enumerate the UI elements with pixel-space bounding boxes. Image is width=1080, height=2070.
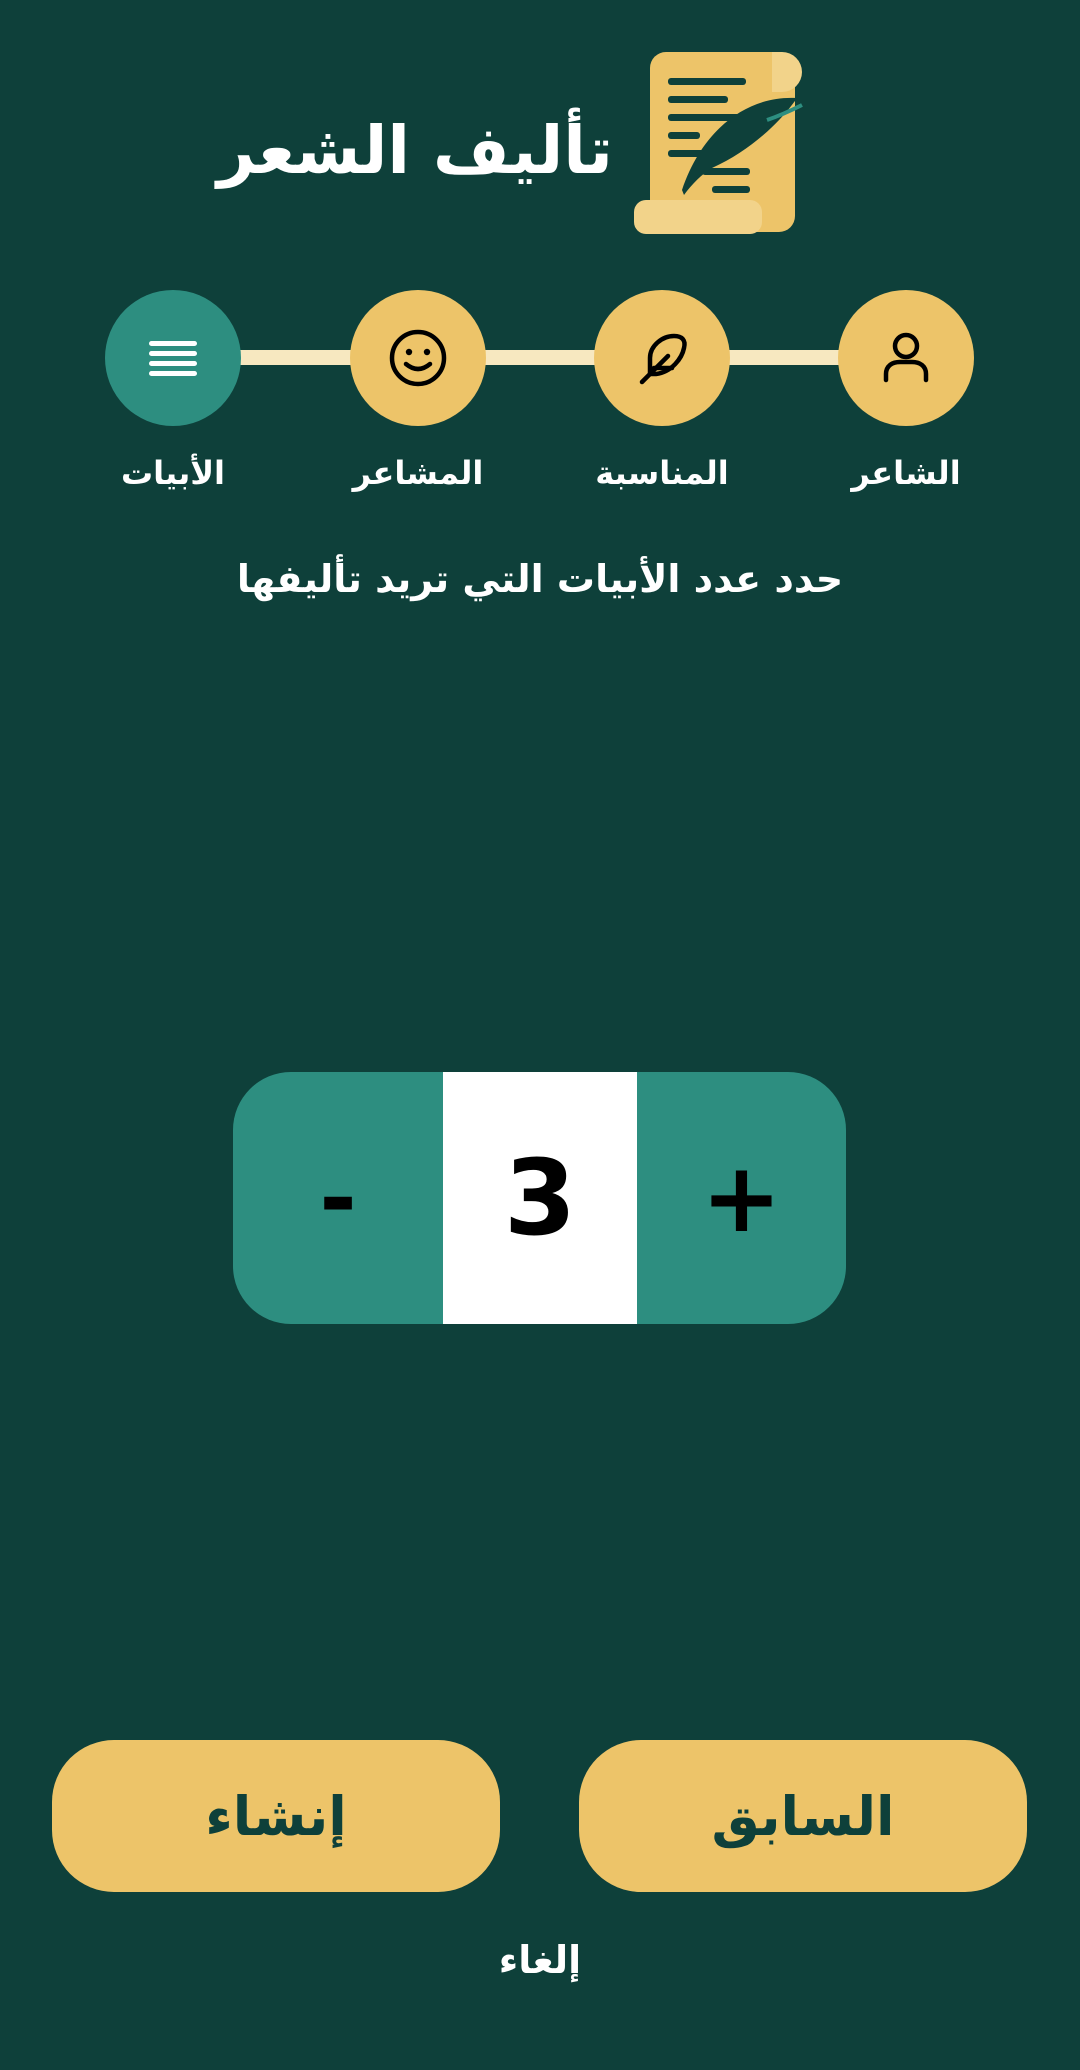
poetry-scroll-quill-icon xyxy=(632,50,812,240)
step-emotions[interactable] xyxy=(350,290,486,426)
stepper-track xyxy=(175,350,905,365)
smile-icon xyxy=(389,329,447,387)
verse-count-stepper: - 3 + xyxy=(233,1072,846,1324)
previous-button[interactable]: السابق xyxy=(579,1740,1027,1892)
page-title: تأليف الشعر xyxy=(217,111,613,189)
verse-count-prompt: حدد عدد الأبيات التي تريد تأليفها xyxy=(236,557,844,601)
increment-button[interactable]: + xyxy=(637,1072,846,1324)
lines-icon xyxy=(149,341,197,376)
create-button[interactable]: إنشاء xyxy=(52,1740,500,1892)
step-label-emotions: المشاعر xyxy=(352,454,484,492)
step-label-poet: الشاعر xyxy=(851,454,961,492)
step-label-occasion: المناسبة xyxy=(595,454,729,492)
step-verses[interactable] xyxy=(105,290,241,426)
step-label-verses: الأبيات xyxy=(120,454,226,492)
verse-count-value: 3 xyxy=(443,1072,637,1324)
step-occasion[interactable] xyxy=(594,290,730,426)
person-icon xyxy=(883,332,929,383)
cancel-link[interactable]: إلغاء xyxy=(440,1930,640,1990)
decrement-button[interactable]: - xyxy=(233,1072,443,1324)
step-poet[interactable] xyxy=(838,290,974,426)
feather-icon xyxy=(639,333,687,385)
